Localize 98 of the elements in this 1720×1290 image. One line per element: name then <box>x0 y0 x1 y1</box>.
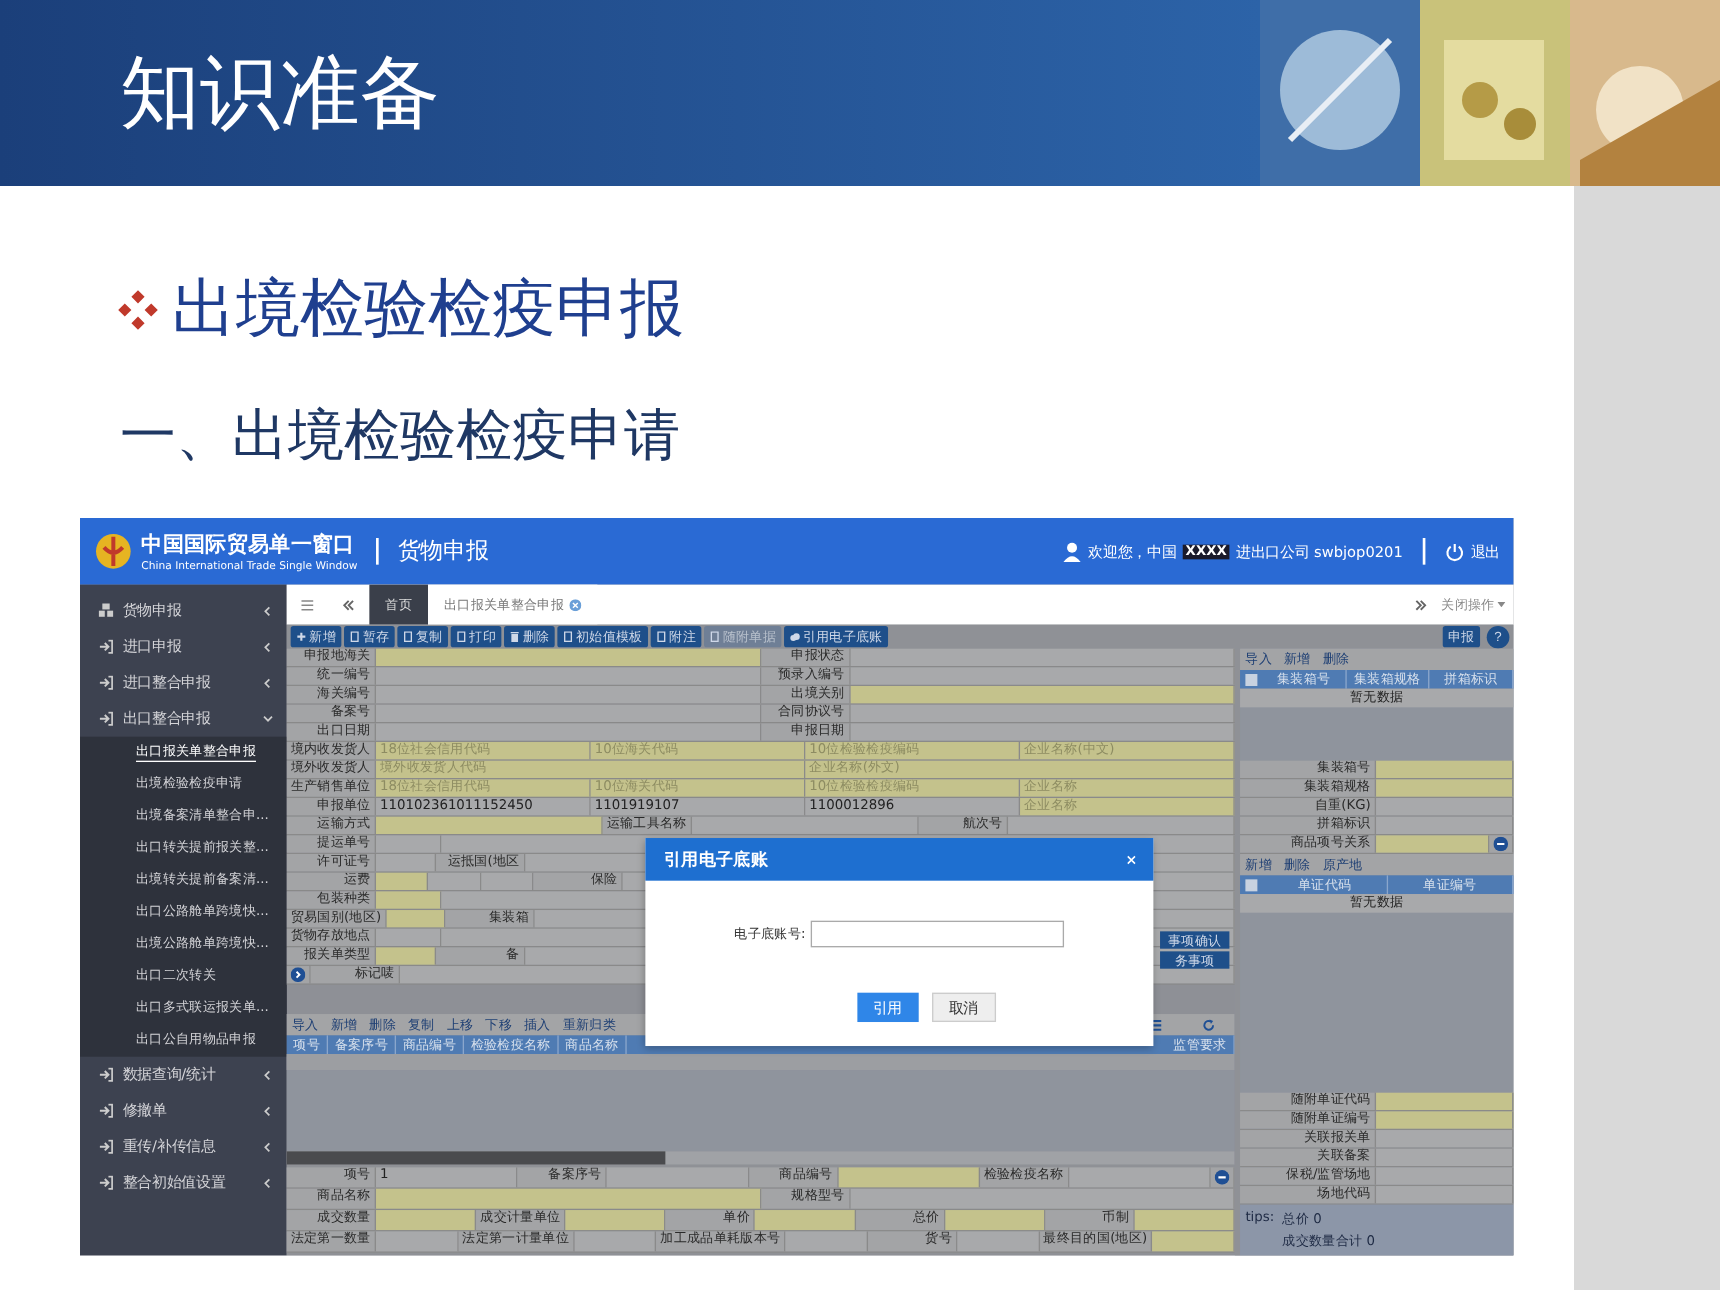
cloud-icon <box>789 631 801 642</box>
readonly-field[interactable] <box>376 667 761 685</box>
readonly-field[interactable] <box>480 872 534 890</box>
input-field[interactable] <box>1376 779 1514 797</box>
double-chevron-left-icon[interactable] <box>341 597 356 612</box>
module-title: 货物申报 <box>376 538 489 565</box>
input-field[interactable] <box>1134 1210 1235 1231</box>
close-icon[interactable] <box>1125 853 1138 866</box>
input-field[interactable] <box>376 648 761 666</box>
readonly-field[interactable] <box>1069 1167 1211 1188</box>
plus-icon <box>296 631 307 642</box>
input-field[interactable] <box>376 947 436 965</box>
chevron-left-icon <box>262 1069 274 1081</box>
input-field[interactable] <box>850 686 1235 704</box>
readonly-field[interactable] <box>607 1167 749 1188</box>
input-field[interactable] <box>376 816 603 834</box>
input-field[interactable] <box>376 872 429 890</box>
trash-icon <box>509 631 520 642</box>
input-field[interactable] <box>565 1210 666 1231</box>
readonly-field[interactable] <box>428 872 481 890</box>
input-field[interactable] <box>1376 1111 1514 1129</box>
readonly-field[interactable] <box>850 723 1235 741</box>
readonly-field[interactable] <box>574 1231 657 1252</box>
minus-circle-icon[interactable] <box>1493 836 1509 852</box>
input-field[interactable] <box>838 1167 980 1188</box>
sign-in-icon <box>98 1175 114 1191</box>
document-icon <box>562 631 574 642</box>
readonly-field[interactable] <box>850 667 1235 685</box>
document-icon <box>402 631 414 642</box>
chevron-down-icon <box>262 713 274 724</box>
input-field[interactable] <box>376 1188 761 1209</box>
sign-in-icon <box>98 675 114 690</box>
chevron-left-icon <box>262 605 274 616</box>
readonly-field[interactable] <box>1376 1148 1514 1167</box>
input-field[interactable] <box>376 1210 477 1231</box>
diamond-bullet-icon <box>116 288 160 332</box>
input-field[interactable] <box>1376 760 1514 778</box>
input-field[interactable] <box>376 891 442 909</box>
chevron-left-icon <box>262 1105 274 1117</box>
input-field[interactable] <box>810 920 1065 948</box>
minus-circle-icon[interactable] <box>1214 1170 1230 1185</box>
readonly-field[interactable] <box>1008 816 1235 834</box>
sign-in-icon <box>98 1103 114 1119</box>
readonly-field[interactable] <box>850 1188 1235 1209</box>
menu-icon[interactable] <box>300 597 315 612</box>
input-field[interactable] <box>1376 1092 1514 1111</box>
sign-in-icon <box>98 1139 114 1155</box>
chevron-circle-icon[interactable] <box>290 967 306 982</box>
readonly-field[interactable] <box>376 854 436 872</box>
brand-name: 中国国际贸易单一窗口 <box>141 531 357 560</box>
double-chevron-right-icon[interactable] <box>1413 597 1429 612</box>
sign-in-icon <box>98 711 114 726</box>
readonly-field[interactable] <box>1376 1167 1514 1185</box>
sign-in-icon <box>98 1067 114 1083</box>
input-field[interactable] <box>755 1210 856 1231</box>
sign-in-icon <box>98 639 114 654</box>
emblem-logo-icon <box>93 531 134 572</box>
input-field[interactable] <box>1376 835 1490 853</box>
document-icon <box>349 631 360 642</box>
readonly-field[interactable] <box>692 816 919 834</box>
readonly-field[interactable] <box>376 835 442 853</box>
sub-heading: 一、出境检验检疫申请 <box>118 400 682 472</box>
user-icon <box>1062 541 1082 562</box>
readonly-field[interactable] <box>376 723 761 741</box>
list-icon[interactable] <box>1148 1017 1163 1033</box>
readonly-field[interactable] <box>376 1231 459 1252</box>
readonly-field[interactable] <box>1376 1130 1514 1148</box>
readonly-field[interactable] <box>1376 798 1514 816</box>
readonly-field[interactable] <box>1376 816 1514 834</box>
checkbox[interactable] <box>1245 673 1258 686</box>
chevron-left-icon <box>262 641 274 652</box>
scrollbar-thumb[interactable] <box>286 1151 666 1165</box>
readonly-field[interactable] <box>957 1231 1040 1252</box>
readonly-field[interactable] <box>1376 1186 1514 1204</box>
caret-down-icon <box>1497 602 1506 608</box>
refresh-icon[interactable] <box>1201 1017 1217 1033</box>
chevron-left-icon <box>262 1177 274 1189</box>
readonly-field[interactable] <box>376 704 761 722</box>
document-icon <box>656 631 667 642</box>
readonly-field[interactable] <box>850 648 1235 666</box>
input-field[interactable] <box>1152 1231 1235 1252</box>
dialog-title: 引用电子底账 <box>664 848 769 872</box>
close-icon[interactable] <box>569 598 582 611</box>
chevron-left-icon <box>262 1141 274 1153</box>
section-heading: 出境检验检疫申报 <box>172 268 684 350</box>
power-icon[interactable] <box>1445 541 1465 562</box>
readonly-field[interactable] <box>850 704 1235 722</box>
slide-title: 知识准备 <box>120 46 440 144</box>
checkbox[interactable] <box>1245 878 1258 891</box>
readonly-field[interactable] <box>376 928 442 946</box>
document-icon <box>709 631 721 642</box>
input-field[interactable] <box>944 1210 1046 1231</box>
cubes-icon <box>98 603 114 618</box>
readonly-field[interactable] <box>376 686 761 704</box>
chevron-left-icon <box>262 677 274 688</box>
input-field[interactable] <box>386 910 446 928</box>
readonly-field[interactable] <box>785 1231 868 1252</box>
document-icon <box>456 631 467 642</box>
